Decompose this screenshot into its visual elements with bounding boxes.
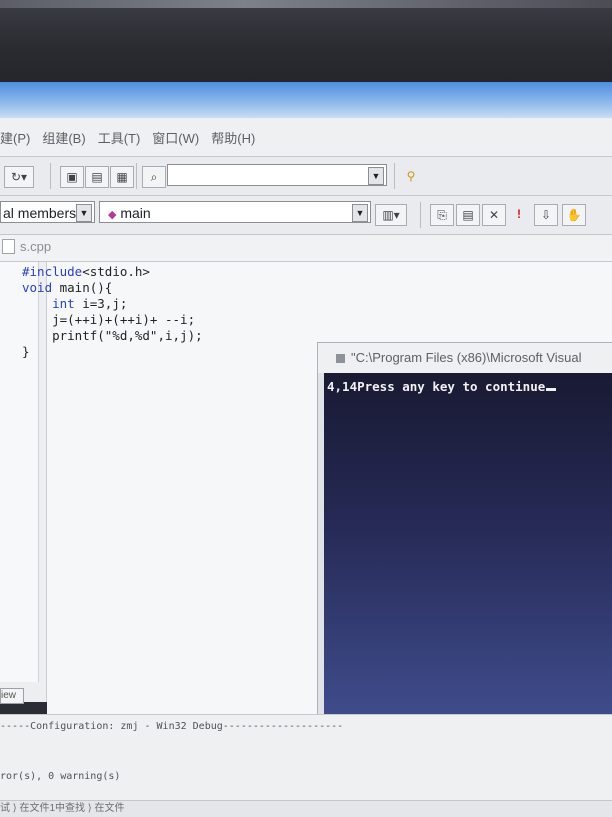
execute-icon[interactable]: ! [508,204,530,224]
tab-file-view[interactable]: iew [0,688,24,704]
function-combo-value: main [120,205,151,221]
output-result-line: ror(s), 0 warning(s) [0,771,121,782]
toolbar-separator [136,163,137,189]
output-window-icon[interactable]: ▤ [85,166,109,188]
console-icon [336,354,345,364]
toolbar-separator [420,202,421,228]
console-window[interactable]: "C:\Program Files (x86)\Microsoft Visual… [317,342,612,722]
chevron-down-icon[interactable]: ▼ [76,204,92,222]
editor-tab-strip: s.cpp [0,235,612,262]
toolbar-separator [50,163,51,189]
chevron-down-icon[interactable]: ▼ [352,204,368,222]
wizard-actions-icon[interactable]: ▥▾ [375,204,407,226]
menu-bar: 建(P) 组建(B) 工具(T) 窗口(W) 帮助(H) [0,118,612,157]
main-signature: main(){ [52,280,113,295]
output-tabs-bar[interactable]: 试 ⟩ 在文件1中查找 ⟩ 在文件 [0,800,612,817]
console-output: 4,14Press any key to continue [327,379,557,394]
redo-icon[interactable]: ↻▾ [4,166,34,188]
menu-item-build[interactable]: 组建(B) [42,128,85,147]
class-members-combo[interactable]: al members ▼ [0,201,95,223]
code-line-printf: printf("%d,%d",i,j); [22,328,203,343]
bezel-strip [0,0,612,8]
file-icon [2,239,15,254]
compile-icon[interactable]: ⎘ [430,204,454,226]
wizard-toolbar: al members ▼ ◆ main ▼ ▥▾ ⎘ ▤ ✕ ! ⇩ ✋ [0,196,612,235]
menu-item-window[interactable]: 窗口(W) [152,128,199,147]
breakpoint-hand-icon[interactable]: ✋ [562,204,586,226]
tab-file-label: s.cpp [20,239,52,254]
window-title-bar [0,82,612,118]
keyword-void: void [22,280,53,295]
build-output-panel: -----Configuration: zmj - Win32 Debug---… [0,714,612,805]
code-line-main: void main(){ [22,280,203,296]
menu-item-help[interactable]: 帮助(H) [211,128,255,147]
console-title: "C:\Program Files (x86)\Microsoft Visual [351,350,582,365]
standard-toolbar: ↻▾ ▣ ▤ ▦ ⌕ ▼ ⚲ [0,157,612,196]
menu-item-project[interactable]: 建(P) [0,128,30,147]
toolbar-separator [394,163,395,189]
source-code: #include<stdio.h> void main(){ int i=3,j… [22,264,203,360]
stop-build-icon[interactable]: ✕ [482,204,506,226]
tab-file[interactable]: s.cpp [2,239,51,254]
code-line-include: #include<stdio.h> [22,264,203,280]
output-config-line: -----Configuration: zmj - Win32 Debug---… [0,721,344,732]
code-line-assign: j=(++i)+(++i)+ --i; [22,312,196,327]
keyword-int: int [52,296,75,311]
function-combo[interactable]: ◆ main ▼ [99,201,371,223]
console-output-text: 4,14Press any key to continue [327,379,546,394]
decl-rest: i=3,j; [74,296,128,311]
menu-item-tools[interactable]: 工具(T) [98,128,141,147]
code-line-close: } [22,344,30,359]
build-icon[interactable]: ▤ [456,204,480,226]
console-body[interactable]: 4,14Press any key to continue [324,373,612,715]
method-icon: ◆ [108,209,117,221]
find-combo[interactable]: ▼ [167,164,387,186]
find-in-files-icon[interactable]: ⌕ [142,166,166,188]
include-target: <stdio.h> [82,264,150,279]
console-title-bar[interactable]: "C:\Program Files (x86)\Microsoft Visual [318,343,612,373]
go-icon[interactable]: ⇩ [534,204,558,226]
chevron-down-icon[interactable]: ▼ [368,167,384,185]
find-binoculars-icon[interactable]: ⚲ [400,166,422,186]
windows-list-icon[interactable]: ▦ [110,166,134,188]
preprocessor-token: #include [22,264,83,279]
class-combo-value: al members [3,205,77,221]
workspace-icon[interactable]: ▣ [60,166,84,188]
code-line-decl: int i=3,j; [22,296,203,312]
monitor-bezel [0,0,612,82]
text-cursor [546,388,557,391]
